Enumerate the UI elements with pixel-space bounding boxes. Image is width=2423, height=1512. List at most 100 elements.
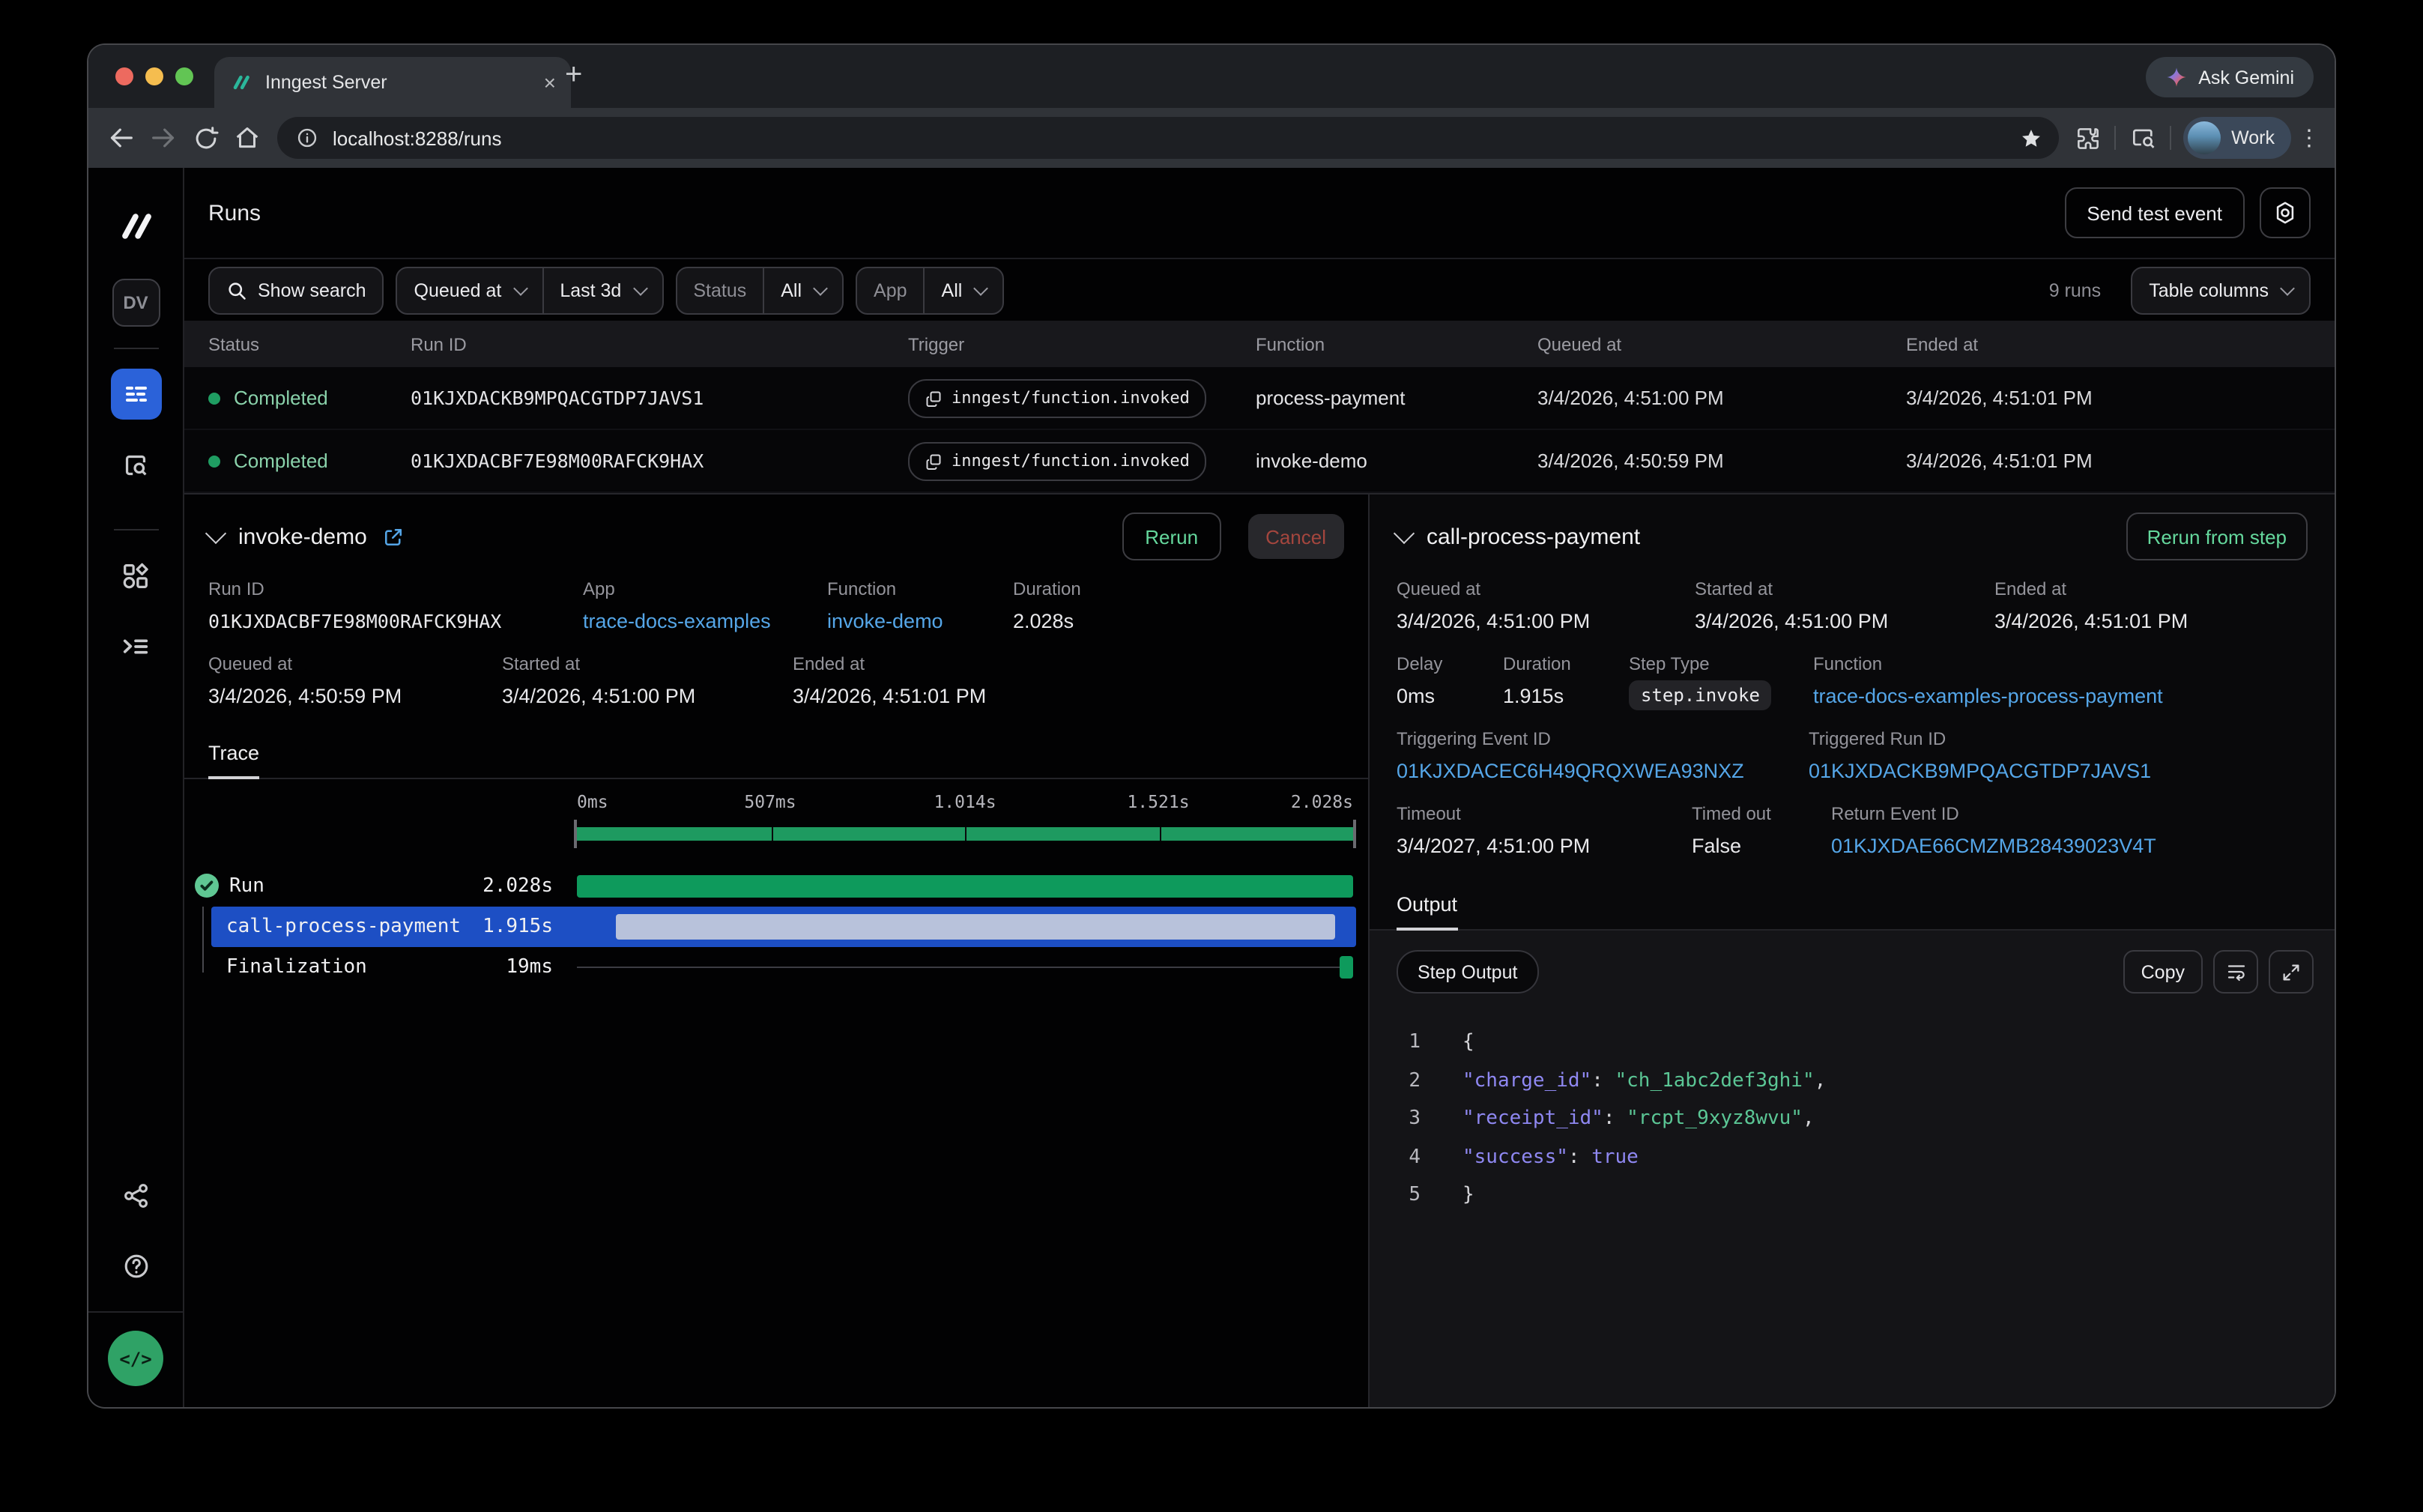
new-tab-button[interactable]: +: [565, 58, 582, 93]
expand-button[interactable]: [2269, 950, 2314, 994]
output-code[interactable]: 1{2"charge_id": "ch_1abc2def3ghi",3"rece…: [1370, 1023, 2335, 1215]
status-filter-value: All: [781, 279, 802, 300]
rerun-from-step-button[interactable]: Rerun from step: [2126, 512, 2308, 560]
table-columns-dropdown[interactable]: Table columns: [2131, 266, 2311, 314]
function-link[interactable]: invoke-demo: [827, 610, 1013, 632]
browser-tab[interactable]: Inngest Server ×: [214, 57, 571, 108]
time-field-dropdown[interactable]: Queued at: [398, 267, 542, 312]
trace-row-step-selected[interactable]: call-process-payment 1.915s: [184, 907, 1368, 947]
status-filter-label: Status: [693, 279, 746, 300]
send-test-event-button[interactable]: Send test event: [2064, 187, 2245, 238]
table-row[interactable]: Completed 01KJXDACBF7E98M00RAFCK9HAX inn…: [184, 430, 2335, 493]
back-button[interactable]: [100, 117, 142, 159]
reload-button[interactable]: [184, 117, 226, 159]
column-header-status: Status: [184, 333, 411, 354]
main-content: Runs Send test event Show searc: [184, 168, 2335, 1407]
collapse-chevron-icon[interactable]: [1394, 522, 1415, 543]
close-window-button[interactable]: [115, 67, 133, 85]
tab-close-icon[interactable]: ×: [544, 72, 556, 93]
page-title: Runs: [208, 200, 261, 226]
trigger-pill[interactable]: inngest/function.invoked: [908, 441, 1206, 480]
share-icon: [121, 1181, 151, 1211]
env-badge[interactable]: DV: [112, 279, 160, 327]
minimize-window-button[interactable]: [145, 67, 163, 85]
function-label: Function: [1813, 653, 2163, 674]
finalization-span-bar[interactable]: [1340, 956, 1353, 979]
minimap-separator: [965, 827, 967, 841]
triggering-event-id-link[interactable]: 01KJXDACEC6H49QRQXWEA93NXZ: [1397, 760, 1809, 782]
trace-row-duration: 2.028s: [394, 875, 553, 898]
sidebar-item-functions[interactable]: [110, 620, 161, 671]
share-button[interactable]: [110, 1170, 161, 1221]
sidebar-item-runs[interactable]: [110, 369, 161, 420]
time-range-value: Last 3d: [560, 279, 621, 300]
step-title: call-process-payment: [1427, 524, 1640, 549]
site-info-icon[interactable]: [295, 126, 319, 150]
collapse-chevron-icon[interactable]: [205, 522, 226, 543]
browser-window: Inngest Server × + Ask Gemini: [88, 45, 2335, 1407]
queued-at-cell: 3/4/2026, 4:51:00 PM: [1537, 387, 1906, 409]
check-circle-icon: [195, 874, 219, 898]
page-header: Runs Send test event: [184, 168, 2335, 258]
trace-row-duration: 19ms: [394, 956, 553, 979]
ask-gemini-button[interactable]: Ask Gemini: [2146, 57, 2314, 97]
triggered-run-id-link[interactable]: 01KJXDACKB9MPQACGTDP7JAVS1: [1809, 760, 2151, 782]
home-button[interactable]: [226, 117, 268, 159]
word-wrap-button[interactable]: [2213, 950, 2258, 994]
app-filter-dropdown[interactable]: All: [925, 267, 1003, 312]
bookmark-star-icon[interactable]: [2011, 118, 2050, 157]
time-range-dropdown[interactable]: Last 3d: [543, 267, 662, 312]
help-button[interactable]: [110, 1241, 161, 1292]
trace-minimap[interactable]: [577, 827, 1353, 841]
ended-at-label: Ended at: [1994, 578, 2188, 599]
status-filter-label-seg: Status: [677, 267, 763, 312]
code-line: 4"success": true: [1397, 1138, 2335, 1176]
step-details-panel: call-process-payment Rerun from step Que…: [1370, 495, 2335, 1407]
tab-search-icon[interactable]: [2123, 118, 2162, 157]
app-link[interactable]: trace-docs-examples: [583, 610, 827, 632]
step-span-bar[interactable]: [616, 914, 1335, 940]
ruler-tick-label: 1.014s: [934, 791, 996, 812]
browser-menu-icon[interactable]: ⋮: [2296, 124, 2323, 151]
sidebar-divider: [113, 529, 158, 530]
sidebar-divider: [113, 348, 158, 349]
show-search-button[interactable]: Show search: [208, 266, 384, 314]
delay-value: 0ms: [1397, 685, 1503, 707]
function-cell: process-payment: [1256, 387, 1537, 409]
toolbar-divider: [2170, 126, 2171, 150]
url-text[interactable]: localhost:8288/runs: [333, 127, 1997, 149]
profile-chip[interactable]: Work: [2183, 117, 2291, 159]
trigger-pill[interactable]: inngest/function.invoked: [908, 378, 1206, 417]
zoom-window-button[interactable]: [175, 67, 193, 85]
settings-button[interactable]: [2260, 187, 2311, 238]
forward-button[interactable]: [142, 117, 184, 159]
sidebar-item-events[interactable]: [110, 439, 161, 490]
function-link[interactable]: trace-docs-examples-process-payment: [1813, 685, 2163, 707]
status-filter-dropdown[interactable]: All: [764, 267, 842, 312]
cancel-button[interactable]: Cancel: [1247, 514, 1344, 559]
dev-tools-button[interactable]: </>: [108, 1331, 163, 1386]
return-event-id-link[interactable]: 01KJXDAE66CMZMB28439023V4T: [1831, 835, 2156, 857]
inngest-app: DV: [88, 168, 2335, 1407]
step-output-pill[interactable]: Step Output: [1397, 950, 1538, 994]
column-header-ended-at: Ended at: [1906, 333, 2335, 354]
run-span-bar[interactable]: [577, 875, 1353, 898]
timed-out-value: False: [1692, 835, 1831, 857]
trace-row-finalization[interactable]: Finalization 19ms: [184, 947, 1368, 988]
trace-row-run[interactable]: Run 2.028s: [184, 866, 1368, 907]
rerun-button[interactable]: Rerun: [1122, 512, 1220, 560]
external-link-icon[interactable]: [382, 525, 405, 548]
table-row[interactable]: Completed 01KJXDACKB9MPQACGTDP7JAVS1 inn…: [184, 367, 2335, 430]
tab-trace[interactable]: Trace: [208, 728, 259, 778]
function-label: Function: [827, 578, 1013, 599]
run-title: invoke-demo: [238, 524, 367, 549]
timeout-label: Timeout: [1397, 803, 1692, 824]
extensions-icon[interactable]: [2068, 118, 2107, 157]
url-bar[interactable]: localhost:8288/runs: [277, 117, 2059, 159]
copy-button[interactable]: Copy: [2123, 950, 2203, 994]
duration-label: Duration: [1503, 653, 1629, 674]
finalization-track-line: [577, 967, 1353, 968]
run-id-cell: 01KJXDACBF7E98M00RAFCK9HAX: [411, 450, 908, 472]
sidebar-item-apps[interactable]: [110, 550, 161, 601]
tab-output[interactable]: Output: [1397, 878, 1457, 929]
